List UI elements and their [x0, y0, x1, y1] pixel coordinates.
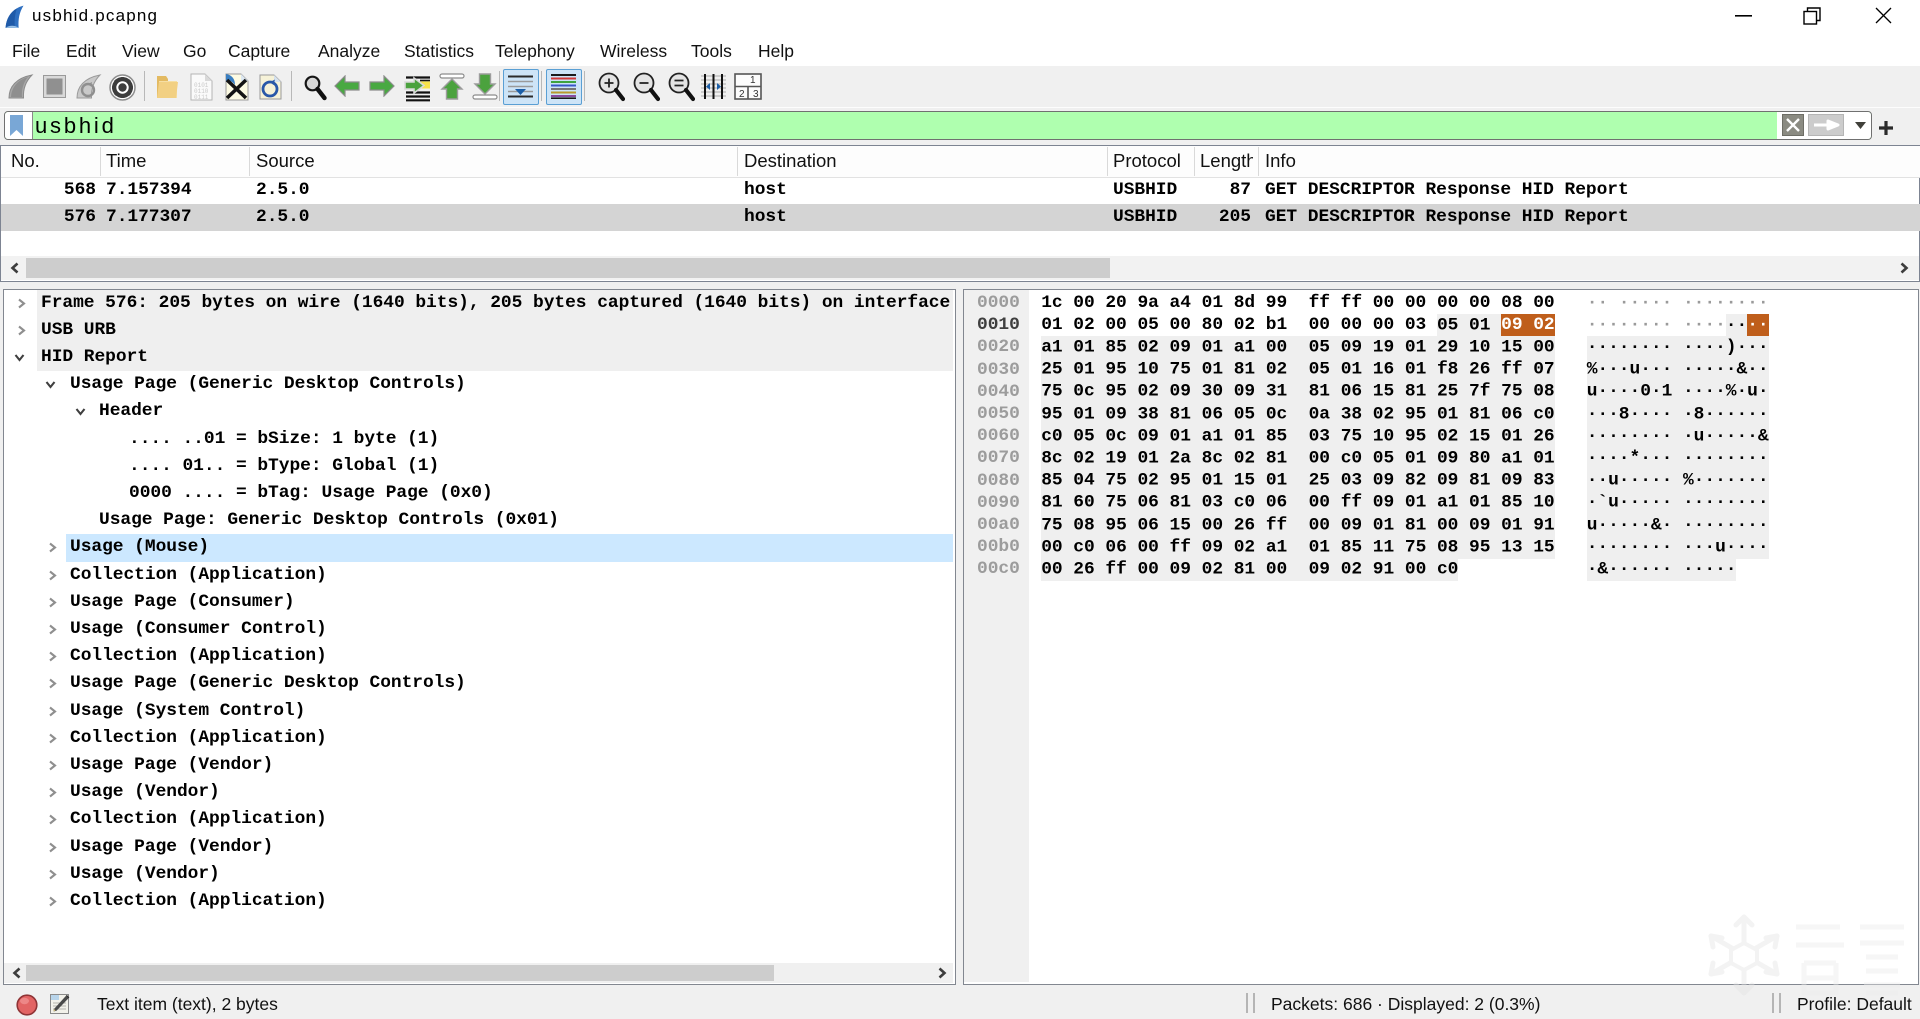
svg-text:2: 2 [739, 89, 745, 100]
svg-text:1: 1 [750, 75, 756, 86]
svg-text:3: 3 [753, 89, 759, 100]
svg-text:0111: 0111 [194, 94, 209, 101]
